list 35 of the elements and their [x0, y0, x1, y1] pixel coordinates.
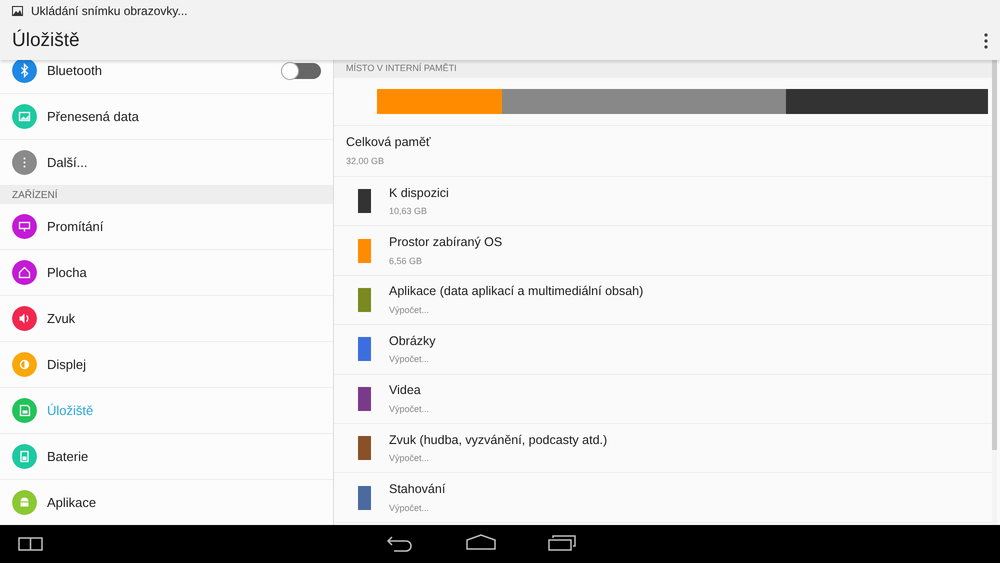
- section-header: MÍSTO V INTERNÍ PAMĚTI: [334, 60, 992, 78]
- category-size: 10,63 GB: [389, 205, 428, 218]
- scrollbar[interactable]: [992, 60, 997, 450]
- settings-item[interactable]: Zvuk: [0, 296, 333, 342]
- category-title: K dispozici: [389, 184, 449, 202]
- total-value: 32,00 GB: [346, 155, 386, 168]
- category-title: Prostor zabíraný OS: [389, 234, 502, 251]
- category-title: Obrázky: [389, 332, 436, 350]
- settings-item[interactable]: Plocha: [0, 250, 333, 296]
- notification-text: Ukládání snímku obrazovky...: [31, 3, 188, 20]
- category-title: Stahování: [389, 480, 446, 498]
- category-size: Výpočet...: [389, 502, 430, 515]
- settings-item[interactable]: Baterie: [0, 434, 333, 480]
- section-header: ZAŘÍZENÍ: [0, 186, 333, 204]
- toggle-switch[interactable]: [281, 62, 321, 78]
- category-size: Výpočet...: [389, 402, 430, 416]
- total-title: Celková paměť: [346, 134, 432, 152]
- category-size: Výpočet...: [389, 304, 430, 318]
- category-title: Zvuk (hudba, vyzvánění, podcasty atd.): [389, 432, 608, 449]
- split-window-icon[interactable]: [18, 537, 43, 551]
- picture-icon: [12, 6, 23, 16]
- category-size: Výpočet...: [389, 353, 430, 366]
- category-title: Videa: [389, 382, 422, 400]
- settings-item[interactable]: Bluetooth: [0, 60, 333, 94]
- category-title: Aplikace (data aplikací a multimediální obsah): [389, 283, 644, 300]
- back-icon[interactable]: [386, 534, 414, 552]
- home-icon[interactable]: [466, 534, 496, 550]
- settings-item[interactable]: Displej: [0, 342, 333, 388]
- screen-title: Úložiště: [12, 28, 80, 53]
- category-size: 6,56 GB: [389, 254, 424, 268]
- category-size: Výpočet...: [389, 452, 430, 466]
- settings-item[interactable]: Promítání: [0, 204, 333, 250]
- menu-icon[interactable]: [984, 33, 988, 49]
- settings-item[interactable]: Přenesená data: [0, 94, 333, 140]
- recent-apps-icon[interactable]: [548, 534, 576, 551]
